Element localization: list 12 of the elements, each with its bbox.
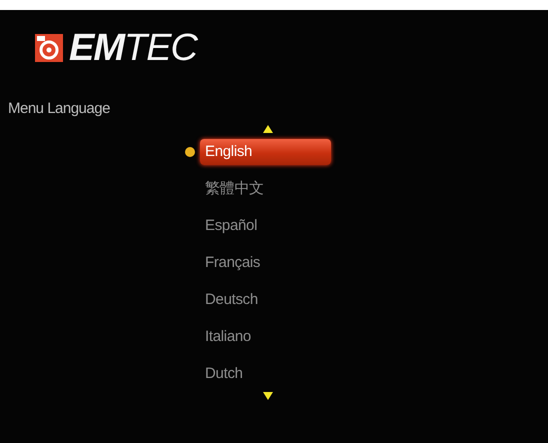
language-option[interactable]: 繁體中文 [200, 176, 331, 202]
scroll-up-icon [263, 125, 273, 133]
language-option[interactable]: Français [200, 250, 331, 276]
screen-title: Menu Language [8, 100, 110, 117]
language-option[interactable]: English [200, 138, 331, 164]
scroll-down-icon [263, 392, 273, 400]
language-option[interactable]: Español [200, 212, 331, 238]
logo-icon [35, 34, 63, 62]
language-option[interactable]: Italiano [200, 324, 331, 350]
language-option[interactable]: Deutsch [200, 286, 331, 312]
language-option[interactable]: Dutch [200, 360, 331, 386]
brand-logo-text: EMTEC [69, 28, 197, 68]
